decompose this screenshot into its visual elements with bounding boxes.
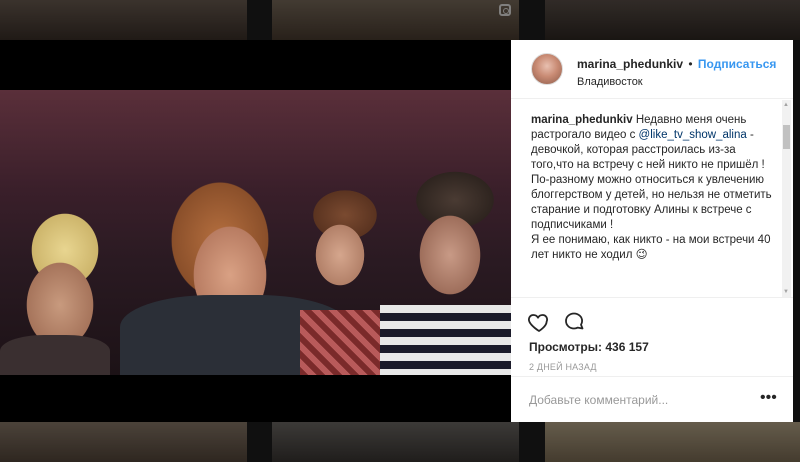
- caption-paragraph: По-разному можно относиться к увлечению …: [531, 174, 772, 231]
- scroll-up-arrow-icon[interactable]: ▲: [783, 102, 789, 108]
- scrollbar-thumb[interactable]: [783, 125, 790, 149]
- location-link[interactable]: Владивосток: [577, 76, 643, 88]
- views-count: Просмотры: 436 157: [529, 340, 649, 354]
- post-timestamp[interactable]: 2 ДНЕЙ НАЗАД: [529, 362, 597, 372]
- caption-scrollbar[interactable]: ▲ ▼: [782, 100, 791, 297]
- caption-paragraph: Я ее понимаю, как никто - на мои встречи…: [531, 234, 771, 261]
- follow-button[interactable]: Подписаться: [698, 57, 776, 71]
- username-link[interactable]: marina_phedunkiv: [577, 57, 683, 71]
- heart-icon[interactable]: [527, 310, 551, 334]
- mention-link[interactable]: @like_tv_show_alina: [639, 129, 747, 141]
- caption-username[interactable]: marina_phedunkiv: [531, 114, 633, 126]
- video-player[interactable]: [0, 90, 511, 375]
- post-side-panel: marina_phedunkiv • Подписаться Владивост…: [511, 40, 793, 422]
- caption-area[interactable]: marina_phedunkiv Недавно меня очень раст…: [511, 100, 793, 297]
- comment-section: •••: [511, 376, 793, 422]
- avatar[interactable]: [531, 53, 563, 85]
- comment-icon[interactable]: [562, 310, 586, 334]
- post-media[interactable]: [0, 40, 511, 422]
- comment-input[interactable]: [529, 389, 749, 411]
- post-header: marina_phedunkiv • Подписаться Владивост…: [511, 40, 793, 99]
- scroll-down-arrow-icon[interactable]: ▼: [783, 289, 789, 295]
- separator-dot: •: [688, 57, 693, 71]
- post-actions: Просмотры: 436 157 2 ДНЕЙ НАЗАД: [511, 297, 793, 387]
- caption-text: marina_phedunkiv Недавно меня очень раст…: [531, 114, 772, 261]
- more-options-icon[interactable]: •••: [760, 390, 777, 406]
